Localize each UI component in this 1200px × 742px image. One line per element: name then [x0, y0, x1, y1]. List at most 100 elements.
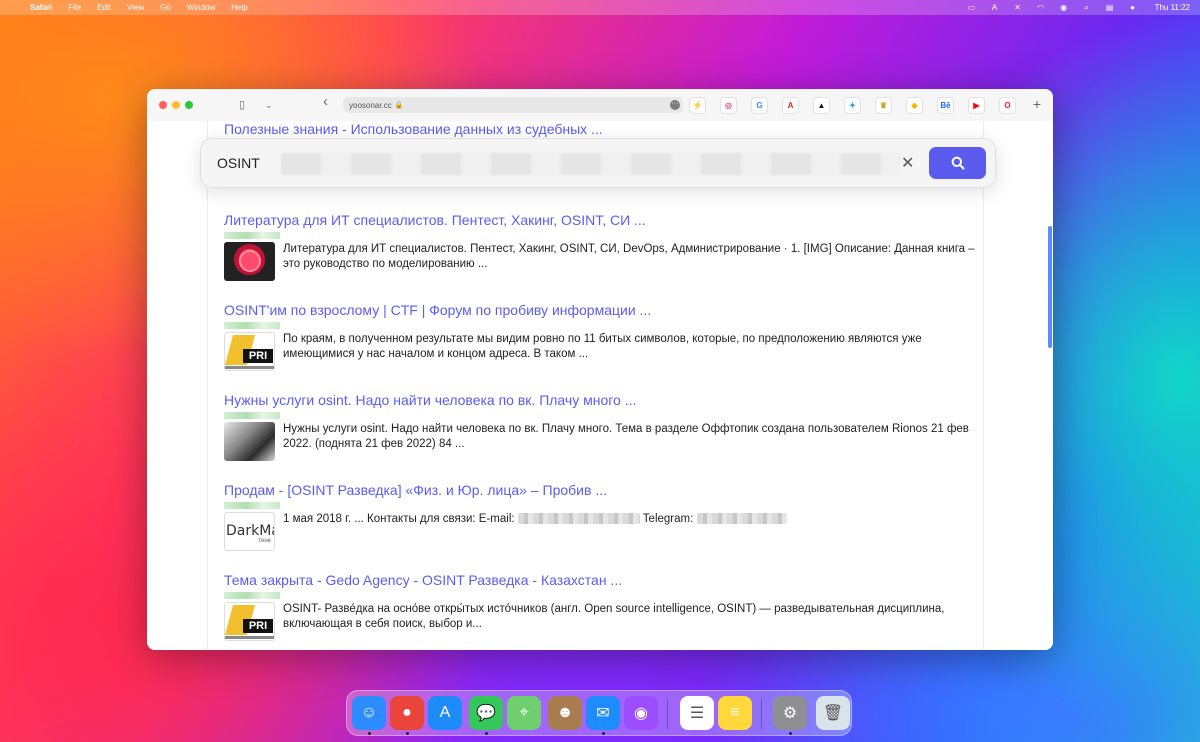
zoom-window-button[interactable] [185, 101, 193, 109]
mail-icon[interactable]: ✉ [586, 696, 620, 730]
browser-toolbar: ▯ ⌄ ‹ yoosonar.cc 🔒 ··· ⚡ ◎ G A ▲ ✦ ♛ ◆ Bē ▶ O + [147, 89, 1053, 121]
dock-separator [761, 699, 762, 729]
chrome-icon[interactable]: ● [390, 696, 424, 730]
more-glyph: ··· [671, 100, 679, 107]
youtube-icon[interactable]: ▶ [968, 97, 985, 114]
result-thumbnail: DarkMa тене [224, 512, 275, 551]
search-result: Литература для ИТ специалистов. Пентест,… [224, 212, 984, 281]
result-title[interactable]: Продам - [OSINT Разведка] «Физ. и Юр. ли… [224, 482, 984, 499]
bolt-icon[interactable]: ⚡ [689, 97, 706, 114]
column-divider [207, 121, 208, 650]
search-result: Тема закрыта - Gedo Agency - OSINT Разве… [224, 572, 984, 641]
running-indicator [789, 732, 792, 735]
running-indicator [368, 732, 371, 735]
menu-bar: Safari File Edit View Go Window Help ▭ A… [0, 0, 1200, 15]
contacts-icon[interactable]: ☻ [548, 696, 582, 730]
menu-help[interactable]: Help [231, 3, 247, 12]
result-url-redacted [224, 322, 280, 329]
close-window-button[interactable] [159, 101, 167, 109]
mute-icon[interactable]: ✕ [1013, 3, 1023, 12]
result-thumbnail: PRI [224, 332, 275, 371]
new-tab-button[interactable]: + [1033, 96, 1041, 112]
podcasts-icon[interactable]: ◉ [624, 696, 658, 730]
menu-file[interactable]: File [68, 3, 81, 12]
result-snippet: По краям, в полученном результате мы вид… [283, 333, 922, 360]
result-snippet: Нужны услуги osint. Надо найти человека … [283, 423, 969, 450]
behance-icon[interactable]: Bē [937, 97, 954, 114]
search-result: Продам - [OSINT Разведка] «Физ. и Юр. ли… [224, 482, 984, 551]
result-snippet: 1 мая 2018 г. ... Контакты для связи: E-… [283, 512, 979, 551]
address-text: yoosonar.cc [349, 100, 392, 110]
result-title[interactable]: OSINT'им по взрослому | CTF | Форум по п… [224, 302, 984, 319]
finder-icon[interactable]: ☺ [352, 696, 386, 730]
twitter-icon[interactable]: ✦ [844, 97, 861, 114]
opera-icon[interactable]: O [999, 97, 1016, 114]
clock[interactable]: Thu 11:22 [1155, 3, 1190, 12]
result-title[interactable]: Литература для ИТ специалистов. Пентест,… [224, 212, 984, 229]
dock: ☺ ● A 💬 ⌖ ☻ ✉ ◉ ☰ ≡ ⚙ 🗑 [346, 690, 852, 736]
redacted-email [517, 513, 640, 525]
dock-separator [667, 699, 668, 729]
result-thumbnail [224, 422, 275, 461]
scrollbar[interactable] [1048, 226, 1052, 348]
result-url-redacted [224, 592, 280, 599]
user-icon[interactable]: ◉ [1059, 3, 1069, 12]
faded-background-text [281, 153, 901, 175]
clear-search-button[interactable]: ✕ [901, 153, 914, 173]
minimize-window-button[interactable] [172, 101, 180, 109]
running-indicator [485, 732, 488, 735]
chevron-down-icon[interactable]: ⌄ [265, 98, 273, 112]
spotlight-icon[interactable]: ⌕ [1082, 3, 1092, 12]
search-icon [951, 156, 964, 170]
screen-mirroring-icon[interactable]: ▭ [967, 3, 977, 12]
result-url-redacted [224, 412, 280, 419]
search-result: Нужны услуги osint. Надо найти человека … [224, 392, 984, 461]
search-result: OSINT'им по взрослому | CTF | Форум по п… [224, 302, 984, 371]
search-result: Полезные знания - Использование данных и… [224, 121, 984, 138]
dribbble-icon[interactable]: ◎ [720, 97, 737, 114]
keyboard-input-icon[interactable]: A [990, 3, 1000, 12]
search-bar: OSINT ✕ [200, 138, 996, 188]
result-snippet: OSINT- Разве́дка на осно́ве откры́тых ис… [283, 603, 945, 630]
result-title[interactable]: Нужны услуги osint. Надо найти человека … [224, 392, 984, 409]
control-center-icon[interactable]: ▤ [1105, 3, 1115, 12]
page-content: Полезные знания - Использование данных и… [147, 121, 1053, 650]
sidebar-toggle-icon[interactable]: ▯ [239, 98, 245, 112]
siri-icon[interactable]: ● [1128, 3, 1138, 12]
snippet-text: Telegram: [642, 513, 694, 525]
crown-icon[interactable]: ♛ [875, 97, 892, 114]
running-indicator [602, 732, 605, 735]
address-bar[interactable]: yoosonar.cc 🔒 ··· [343, 97, 683, 113]
result-snippet: Литература для ИТ специалистов. Пентест,… [283, 243, 975, 270]
lock-icon: 🔒 [394, 102, 404, 109]
google-icon[interactable]: G [751, 97, 768, 114]
menu-view[interactable]: View [127, 3, 144, 12]
column-divider [983, 121, 984, 650]
menu-window[interactable]: Window [187, 3, 215, 12]
app-store-icon[interactable]: A [428, 696, 462, 730]
wifi-icon[interactable]: ◠ [1036, 3, 1046, 12]
trash-icon[interactable]: 🗑 [816, 696, 850, 730]
maps-icon[interactable]: ⌖ [507, 696, 541, 730]
result-title[interactable]: Тема закрыта - Gedo Agency - OSINT Разве… [224, 572, 984, 589]
menu-app-name[interactable]: Safari [30, 3, 52, 12]
more-options-button[interactable]: ··· [670, 100, 680, 110]
result-url-redacted [224, 232, 280, 239]
back-button[interactable]: ‹ [323, 94, 328, 109]
notes-icon[interactable]: ≡ [718, 696, 752, 730]
snippet-text: 1 мая 2018 г. ... Контакты для связи: E-… [283, 513, 515, 525]
result-thumbnail [224, 242, 275, 281]
redacted-telegram [696, 513, 787, 525]
result-url-redacted [224, 502, 280, 509]
adidas-icon[interactable]: ▲ [813, 97, 830, 114]
messages-icon[interactable]: 💬 [469, 696, 503, 730]
adobe-icon[interactable]: A [782, 97, 799, 114]
menu-go[interactable]: Go [160, 3, 171, 12]
system-preferences-icon[interactable]: ⚙ [773, 696, 807, 730]
search-button[interactable] [929, 147, 986, 179]
reminders-icon[interactable]: ☰ [680, 696, 714, 730]
menu-edit[interactable]: Edit [97, 3, 111, 12]
sketch-icon[interactable]: ◆ [906, 97, 923, 114]
search-input[interactable]: OSINT [217, 155, 260, 171]
result-title[interactable]: Полезные знания - Использование данных и… [224, 121, 984, 138]
